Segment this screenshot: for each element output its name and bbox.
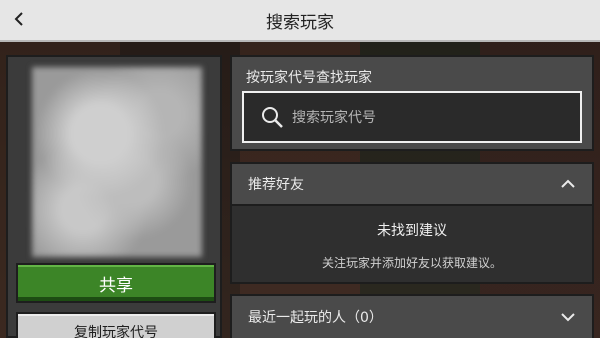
search-input[interactable]: 搜索玩家代号 xyxy=(242,91,582,143)
recent-players-header[interactable]: 最近一起玩的人（0） xyxy=(230,294,594,338)
search-label: 按玩家代号查找玩家 xyxy=(246,70,372,86)
back-button[interactable] xyxy=(6,6,32,32)
recent-players-title: 最近一起玩的人（0） xyxy=(248,310,383,326)
share-button[interactable]: 共享 xyxy=(16,263,216,303)
top-bar: 搜索玩家 xyxy=(0,0,600,42)
chevron-left-icon xyxy=(14,12,23,26)
profile-panel: 共享 复制玩家代号 xyxy=(6,55,222,338)
chevron-up-icon xyxy=(561,179,575,188)
search-placeholder: 搜索玩家代号 xyxy=(292,110,376,126)
page-title: 搜索玩家 xyxy=(266,12,334,33)
search-panel: 按玩家代号查找玩家 搜索玩家代号 xyxy=(230,55,594,151)
suggested-friends-header[interactable]: 推荐好友 xyxy=(230,162,594,206)
suggestions-hint: 关注玩家并添加好友以获取建议。 xyxy=(321,256,502,270)
chevron-down-icon xyxy=(561,313,575,322)
copy-gamertag-button[interactable]: 复制玩家代号 xyxy=(16,312,216,338)
suggested-friends-body: 未找到建议 关注玩家并添加好友以获取建议。 xyxy=(230,206,594,284)
no-suggestions-title: 未找到建议 xyxy=(377,223,447,239)
suggested-friends-title: 推荐好友 xyxy=(248,177,304,193)
avatar xyxy=(32,67,202,257)
search-icon xyxy=(262,107,283,128)
